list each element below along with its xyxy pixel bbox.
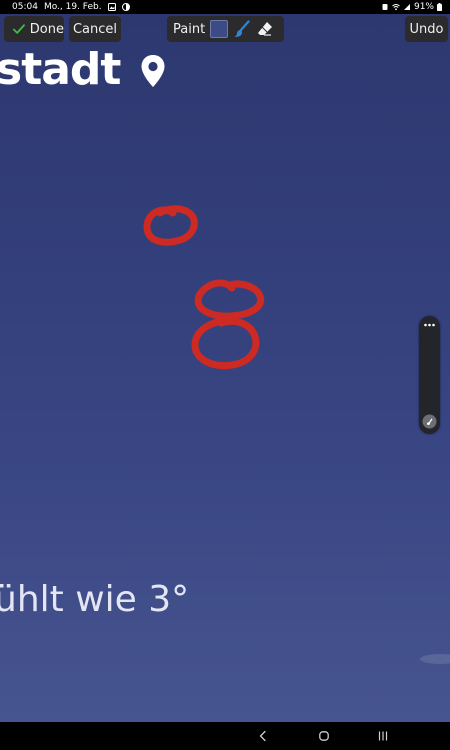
battery-icon (437, 3, 442, 11)
screen: 05:04 Mo., 19. Feb. 91% stadt ühlt wie 3… (0, 0, 450, 750)
paint-stroke (191, 317, 260, 370)
status-bar: 05:04 Mo., 19. Feb. 91% (0, 0, 450, 14)
undo-label: Undo (409, 21, 444, 37)
brush-icon[interactable] (233, 20, 251, 38)
recents-icon[interactable] (377, 730, 389, 742)
paint-stroke (143, 205, 198, 246)
paint-toolbar: Paint (167, 16, 284, 42)
status-time: 05:04 (12, 2, 38, 12)
back-icon[interactable] (257, 730, 269, 742)
cancel-button[interactable]: Cancel (69, 16, 121, 42)
status-date: Mo., 19. Feb. (43, 2, 102, 12)
done-button[interactable]: Done (4, 16, 64, 42)
app-notification-icon (121, 3, 130, 11)
edit-icon[interactable] (422, 414, 437, 429)
home-icon[interactable] (318, 730, 330, 742)
color-swatch[interactable] (210, 20, 229, 38)
more-icon[interactable] (423, 320, 436, 330)
paint-stroke (194, 279, 265, 320)
cancel-label: Cancel (72, 21, 118, 37)
alarm-icon (382, 4, 388, 10)
check-icon (12, 24, 25, 34)
signal-icon (403, 4, 410, 10)
paint-canvas[interactable]: stadt ühlt wie 3° (0, 14, 450, 722)
navigation-bar (0, 722, 450, 750)
eraser-icon[interactable] (256, 20, 274, 38)
paint-label: Paint (173, 21, 206, 37)
battery-percent: 91% (413, 2, 434, 12)
gallery-notification-icon (107, 3, 116, 11)
drawing-layer (143, 205, 265, 370)
wifi-icon (392, 4, 400, 11)
undo-button[interactable]: Undo (405, 16, 448, 42)
done-label: Done (29, 21, 64, 37)
side-panel-handle[interactable] (419, 316, 440, 434)
